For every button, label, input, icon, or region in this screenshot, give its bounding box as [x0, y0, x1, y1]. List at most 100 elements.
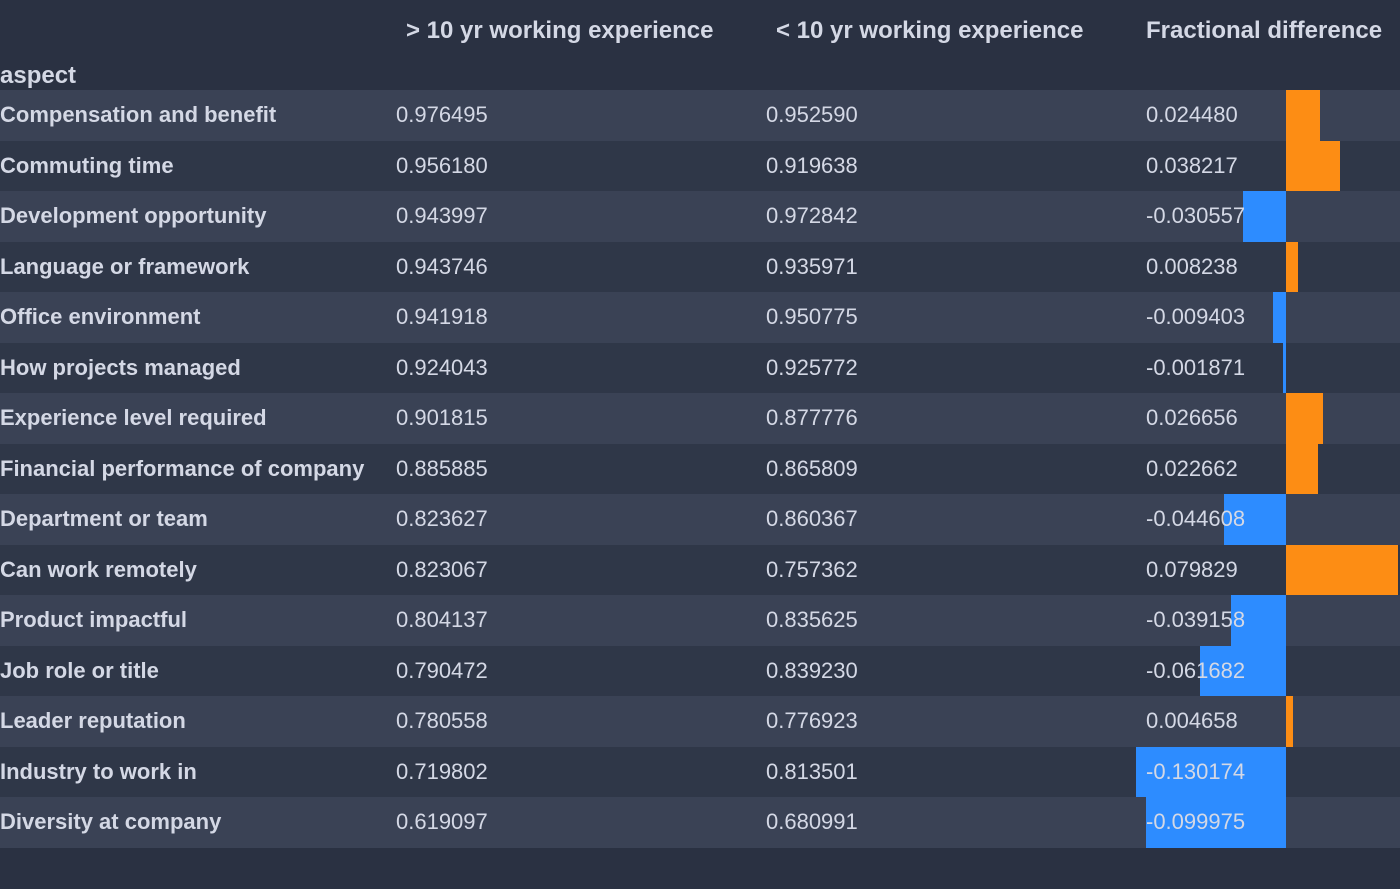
cell-frac-value: -0.044608	[1146, 506, 1245, 532]
cell-frac: 0.026656	[1136, 393, 1400, 444]
cell-aspect: Compensation and benefit	[0, 90, 396, 141]
table-row: Development opportunity0.9439970.972842-…	[0, 191, 1400, 242]
cell-aspect: Office environment	[0, 292, 396, 343]
styled-table: > 10 yr working experience < 10 yr worki…	[0, 0, 1400, 848]
header-frac: Fractional difference	[1136, 0, 1400, 62]
frac-bar-positive	[1286, 545, 1398, 596]
cell-frac-value: -0.130174	[1146, 759, 1245, 785]
cell-frac: 0.038217	[1136, 141, 1400, 192]
cell-aspect: Commuting time	[0, 141, 396, 192]
cell-frac-value: 0.004658	[1146, 708, 1238, 734]
cell-aspect: Development opportunity	[0, 191, 396, 242]
header-gt10: > 10 yr working experience	[396, 0, 766, 62]
cell-aspect: Product impactful	[0, 595, 396, 646]
cell-gt10: 0.804137	[396, 595, 766, 646]
cell-frac: -0.039158	[1136, 595, 1400, 646]
cell-lt10: 0.925772	[766, 343, 1136, 394]
cell-frac: 0.008238	[1136, 242, 1400, 293]
table-row: Financial performance of company0.885885…	[0, 444, 1400, 495]
cell-gt10: 0.976495	[396, 90, 766, 141]
cell-gt10: 0.901815	[396, 393, 766, 444]
cell-aspect: Job role or title	[0, 646, 396, 697]
cell-frac: -0.009403	[1136, 292, 1400, 343]
cell-frac-value: 0.022662	[1146, 456, 1238, 482]
cell-aspect: Financial performance of company	[0, 444, 396, 495]
cell-frac: -0.099975	[1136, 797, 1400, 848]
cell-lt10: 0.877776	[766, 393, 1136, 444]
table-row: Diversity at company0.6190970.680991 -0.0…	[0, 797, 1400, 848]
cell-gt10: 0.924043	[396, 343, 766, 394]
frac-bar-positive	[1286, 242, 1298, 293]
table-row: How projects managed0.9240430.925772-0.0…	[0, 343, 1400, 394]
table-row: Can work remotely0.8230670.7573620.07982…	[0, 545, 1400, 596]
cell-aspect: Experience level required	[0, 393, 396, 444]
cell-frac: -0.044608	[1136, 494, 1400, 545]
cell-gt10: 0.885885	[396, 444, 766, 495]
table-body: Compensation and benefit0.9764950.952590…	[0, 90, 1400, 848]
table-row: Industry to work in0.7198020.813501 -0.13…	[0, 747, 1400, 798]
cell-gt10: 0.719802	[396, 747, 766, 798]
cell-frac: -0.130174	[1136, 747, 1400, 798]
cell-frac-value: 0.038217	[1146, 153, 1238, 179]
cell-frac-value: -0.061682	[1146, 658, 1245, 684]
frac-bar-negative	[1283, 343, 1286, 394]
cell-lt10: 0.839230	[766, 646, 1136, 697]
cell-aspect: Language or framework	[0, 242, 396, 293]
cell-lt10: 0.865809	[766, 444, 1136, 495]
frac-bar-positive	[1286, 393, 1323, 444]
index-label: aspect	[0, 62, 1400, 90]
table-row: Department or team0.8236270.860367-0.044…	[0, 494, 1400, 545]
cell-gt10: 0.823067	[396, 545, 766, 596]
frac-bar-negative	[1243, 191, 1286, 242]
cell-gt10: 0.941918	[396, 292, 766, 343]
cell-lt10: 0.776923	[766, 696, 1136, 747]
cell-frac-value: 0.079829	[1146, 557, 1238, 583]
cell-lt10: 0.680991	[766, 797, 1136, 848]
cell-gt10: 0.956180	[396, 141, 766, 192]
cell-lt10: 0.935971	[766, 242, 1136, 293]
cell-lt10: 0.835625	[766, 595, 1136, 646]
table-row: Commuting time0.9561800.919638 0.038217	[0, 141, 1400, 192]
cell-aspect: Diversity at company	[0, 797, 396, 848]
cell-lt10: 0.757362	[766, 545, 1136, 596]
cell-aspect: Leader reputation	[0, 696, 396, 747]
cell-lt10: 0.952590	[766, 90, 1136, 141]
cell-frac: 0.079829	[1136, 545, 1400, 596]
table-row: Compensation and benefit0.9764950.952590…	[0, 90, 1400, 141]
cell-gt10: 0.780558	[396, 696, 766, 747]
cell-aspect: Department or team	[0, 494, 396, 545]
cell-frac-value: -0.039158	[1146, 607, 1245, 633]
header-lt10: < 10 yr working experience	[766, 0, 1136, 62]
cell-aspect: How projects managed	[0, 343, 396, 394]
cell-lt10: 0.950775	[766, 292, 1136, 343]
table-row: Job role or title0.7904720.839230 -0.0616…	[0, 646, 1400, 697]
frac-bar-positive	[1286, 444, 1318, 495]
cell-lt10: 0.972842	[766, 191, 1136, 242]
table-row: Leader reputation0.7805580.776923 0.00465…	[0, 696, 1400, 747]
cell-frac-value: -0.009403	[1146, 304, 1245, 330]
cell-gt10: 0.943746	[396, 242, 766, 293]
cell-lt10: 0.860367	[766, 494, 1136, 545]
table-row: Experience level required0.9018150.87777…	[0, 393, 1400, 444]
cell-gt10: 0.619097	[396, 797, 766, 848]
cell-frac-value: -0.099975	[1146, 809, 1245, 835]
cell-frac-value: 0.024480	[1146, 102, 1238, 128]
cell-frac: 0.022662	[1136, 444, 1400, 495]
header-blank	[0, 0, 396, 62]
table-row: Product impactful0.8041370.835625 -0.0391…	[0, 595, 1400, 646]
cell-lt10: 0.813501	[766, 747, 1136, 798]
cell-aspect: Industry to work in	[0, 747, 396, 798]
cell-gt10: 0.943997	[396, 191, 766, 242]
frac-bar-positive	[1286, 90, 1320, 141]
cell-gt10: 0.790472	[396, 646, 766, 697]
header-row-columns: > 10 yr working experience < 10 yr worki…	[0, 0, 1400, 62]
frac-bar-negative	[1273, 292, 1286, 343]
cell-frac: -0.030557	[1136, 191, 1400, 242]
cell-frac-value: 0.026656	[1146, 405, 1238, 431]
frac-bar-positive	[1286, 141, 1340, 192]
cell-lt10: 0.919638	[766, 141, 1136, 192]
cell-frac: 0.004658	[1136, 696, 1400, 747]
cell-frac: -0.061682	[1136, 646, 1400, 697]
table-row: Language or framework0.9437460.9359710.0…	[0, 242, 1400, 293]
cell-frac-value: -0.030557	[1146, 203, 1245, 229]
